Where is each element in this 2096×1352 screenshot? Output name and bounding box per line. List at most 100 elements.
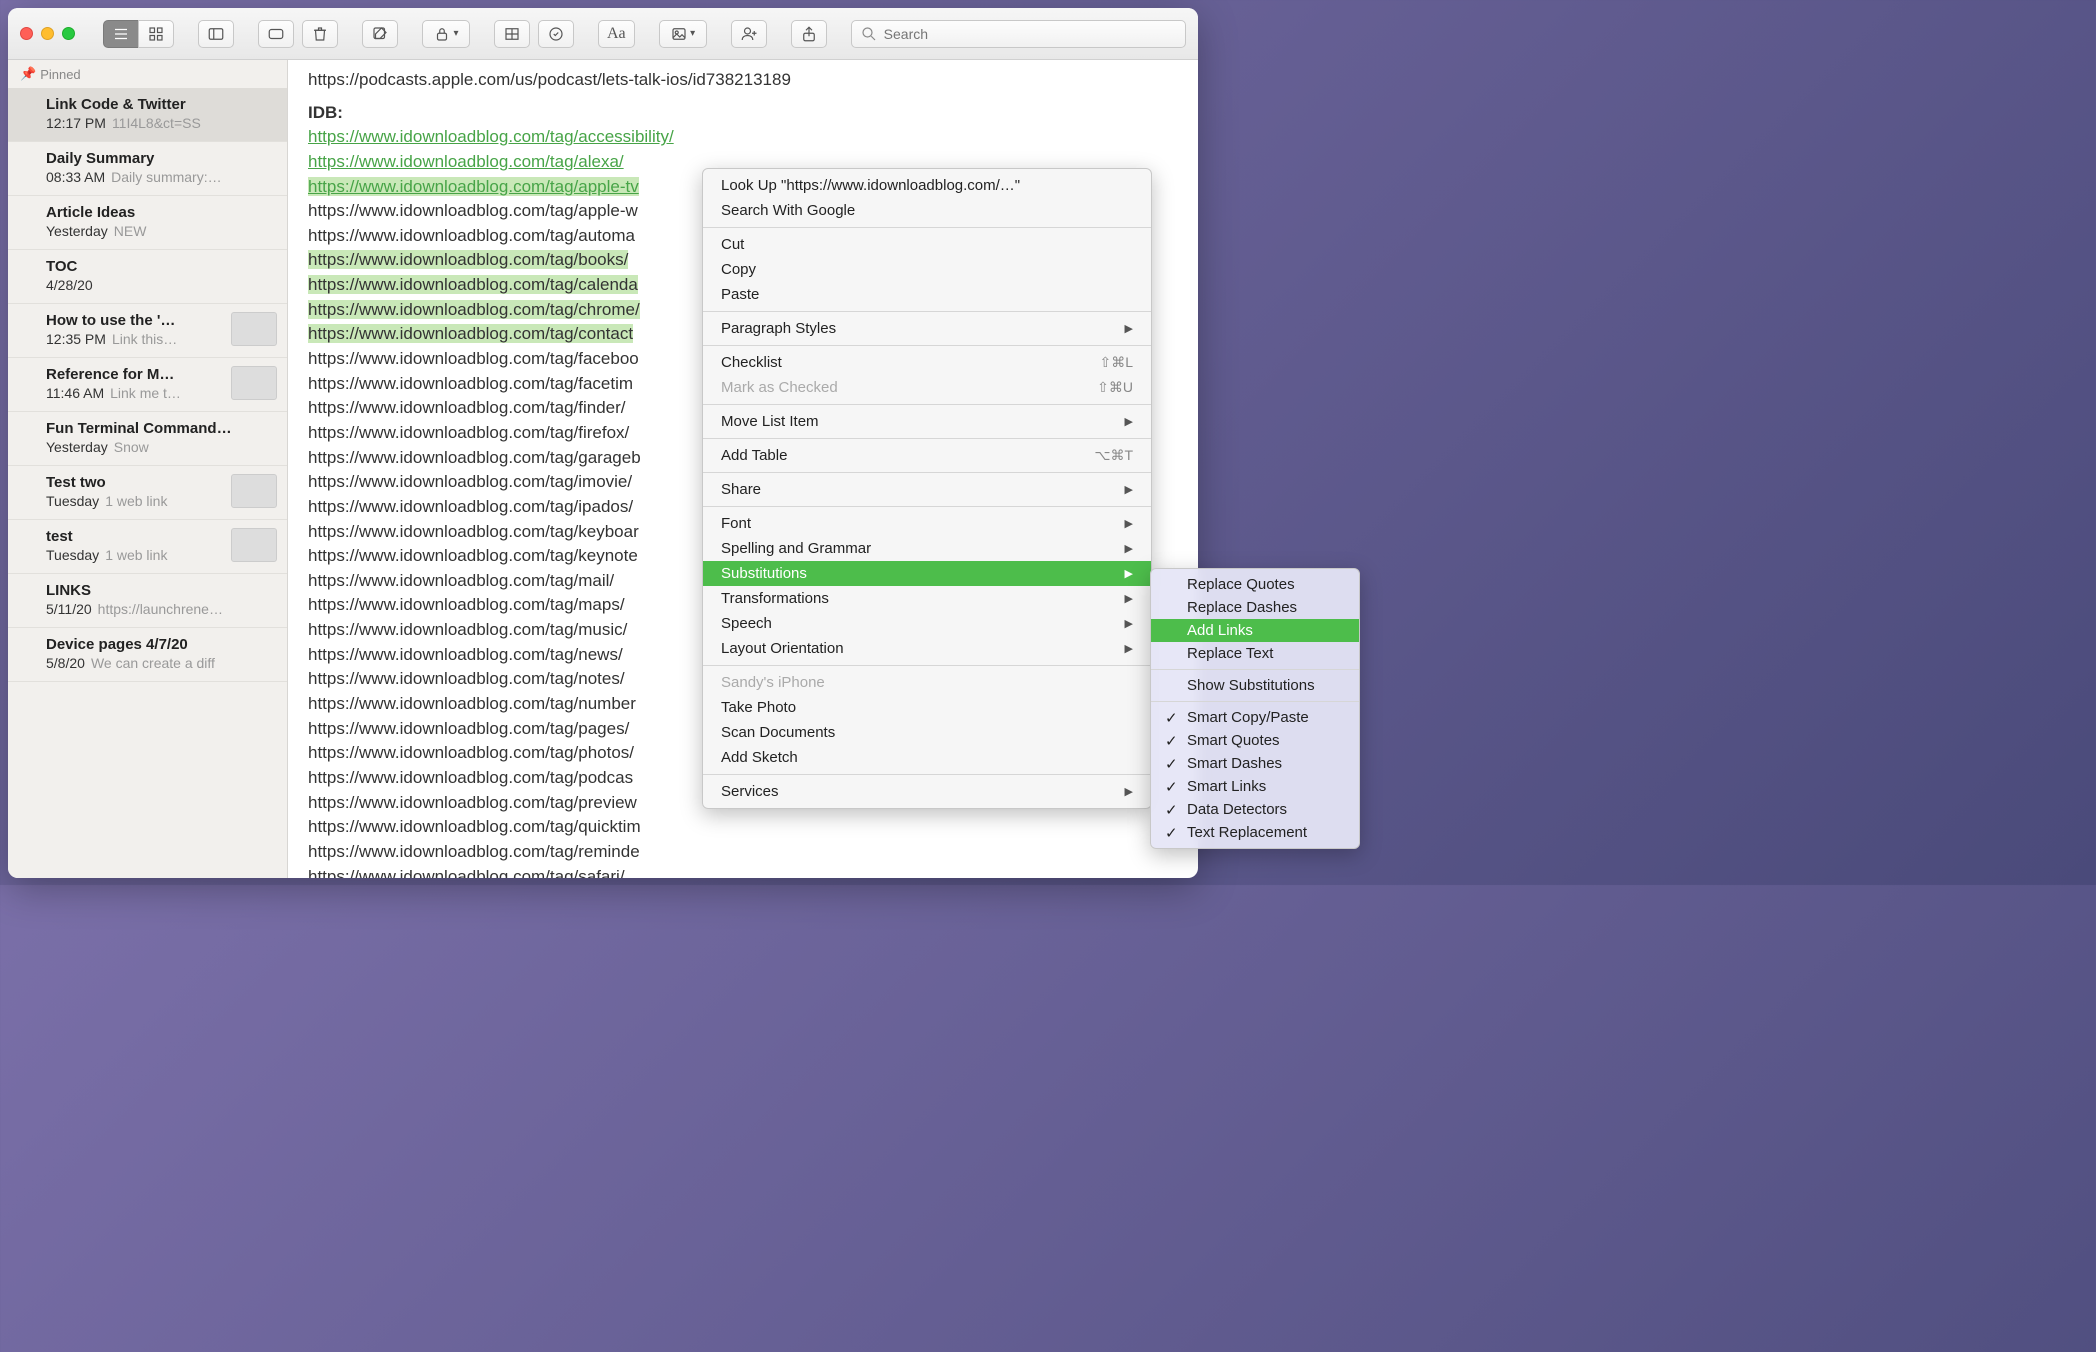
submenu-item[interactable]: ✓ Smart Copy/Paste [1151, 706, 1359, 729]
notes-list: Link Code & Twitter 12:17 PM11I4L8&ct=SS… [8, 88, 287, 682]
menu-item[interactable]: Substitutions▶ [703, 561, 1151, 586]
note-item[interactable]: test Tuesday1 web link [8, 520, 287, 574]
menu-item[interactable]: Look Up "https://www.idownloadblog.com/…… [703, 173, 1151, 198]
share-icon [800, 25, 818, 43]
submenu-item-label: Show Substitutions [1187, 677, 1315, 694]
attachment-icon [267, 25, 285, 43]
pin-icon: 📌 [20, 66, 36, 82]
check-icon: ✓ [1165, 778, 1178, 796]
menu-item[interactable]: Checklist⇧⌘L [703, 350, 1151, 375]
minimize-window-button[interactable] [41, 27, 54, 40]
link[interactable]: https://www.idownloadblog.com/tag/apple-… [308, 177, 639, 196]
menu-item-label: Checklist [721, 354, 782, 371]
menu-item[interactable]: Add Table ⌥⌘T [703, 443, 1151, 468]
note-item[interactable]: How to use the '… 12:35 PMLink this… [8, 304, 287, 358]
note-item[interactable]: Link Code & Twitter 12:17 PM11I4L8&ct=SS [8, 88, 287, 142]
delete-button[interactable] [302, 20, 338, 48]
submenu-item[interactable]: Show Substitutions [1151, 674, 1359, 697]
submenu-item[interactable]: ✓Text Replacement [1151, 821, 1359, 844]
attachments-button[interactable] [258, 20, 294, 48]
submenu-item[interactable]: Replace Dashes [1151, 596, 1359, 619]
new-note-button[interactable] [362, 20, 398, 48]
content-line: https://www.idownloadblog.com/tag/remind… [308, 840, 1178, 865]
submenu-item-label: Smart Copy/Paste [1187, 709, 1309, 726]
menu-item[interactable]: Share▶ [703, 477, 1151, 502]
list-view-button[interactable] [103, 20, 139, 48]
media-button[interactable]: ▾ [659, 20, 707, 48]
check-icon: ✓ [1165, 755, 1178, 773]
menu-item[interactable]: Paste [703, 282, 1151, 307]
note-item[interactable]: Test two Tuesday1 web link [8, 466, 287, 520]
zoom-window-button[interactable] [62, 27, 75, 40]
menu-item[interactable]: Add Sketch [703, 745, 1151, 770]
note-subtitle: YesterdaySnow [46, 439, 273, 455]
chevron-right-icon: ▶ [1125, 415, 1133, 428]
note-item[interactable]: Article Ideas YesterdayNEW [8, 196, 287, 250]
table-icon [503, 25, 521, 43]
checklist-icon [547, 25, 565, 43]
menu-item-label: Paragraph Styles [721, 320, 836, 337]
submenu-item[interactable]: ✓Data Detectors [1151, 798, 1359, 821]
note-subtitle: Tuesday1 web link [46, 493, 223, 509]
format-button[interactable]: Aa [598, 20, 635, 48]
submenu-item[interactable]: ✓Smart Dashes [1151, 752, 1359, 775]
content-line: https://podcasts.apple.com/us/podcast/le… [308, 68, 1178, 93]
collaborate-button[interactable] [731, 20, 767, 48]
menu-item-label: Add Table [721, 447, 787, 464]
checklist-button[interactable] [538, 20, 574, 48]
note-item[interactable]: Daily Summary 08:33 AMDaily summary:… [8, 142, 287, 196]
menu-item[interactable]: Font▶ [703, 511, 1151, 536]
note-thumbnail [231, 366, 277, 400]
note-thumbnail [231, 312, 277, 346]
submenu-item[interactable]: Add Links [1151, 619, 1359, 642]
note-title: Test two [46, 474, 223, 491]
submenu-item[interactable]: ✓ Smart Links [1151, 775, 1359, 798]
menu-item[interactable]: Move List Item▶ [703, 409, 1151, 434]
search-field[interactable] [851, 20, 1186, 48]
menu-item[interactable]: Transformations▶ [703, 586, 1151, 611]
menu-item-label: Spelling and Grammar [721, 540, 871, 557]
menu-item[interactable]: Scan Documents [703, 720, 1151, 745]
link[interactable]: https://www.idownloadblog.com/tag/alexa/ [308, 152, 624, 171]
grid-view-button[interactable] [138, 20, 174, 48]
check-icon: ✓ [1165, 709, 1178, 727]
share-button[interactable] [791, 20, 827, 48]
close-window-button[interactable] [20, 27, 33, 40]
menu-shortcut: ⌥⌘T [1094, 447, 1133, 464]
submenu-item-label: Smart Links [1187, 778, 1266, 795]
submenu-item[interactable]: ✓Smart Quotes [1151, 729, 1359, 752]
lock-button[interactable]: ▾ [422, 20, 470, 48]
note-item[interactable]: TOC 4/28/20 [8, 250, 287, 304]
sidebar-toggle-button[interactable] [198, 20, 234, 48]
menu-item[interactable]: Speech▶ [703, 611, 1151, 636]
submenu-item-label: Smart Quotes [1187, 732, 1280, 749]
menu-item[interactable]: Layout Orientation▶ [703, 636, 1151, 661]
sidebar-icon [207, 25, 225, 43]
note-item[interactable]: Device pages 4/7/20 5/8/20We can create … [8, 628, 287, 682]
submenu-item[interactable]: Replace Text [1151, 642, 1359, 665]
menu-item[interactable]: Take Photo [703, 695, 1151, 720]
menu-item[interactable]: Paragraph Styles▶ [703, 316, 1151, 341]
note-title: Fun Terminal Command… [46, 420, 273, 437]
menu-item[interactable]: Search With Google [703, 198, 1151, 223]
note-title: Article Ideas [46, 204, 273, 221]
note-item[interactable]: Fun Terminal Command… YesterdaySnow [8, 412, 287, 466]
note-subtitle: 4/28/20 [46, 277, 273, 293]
list-icon [112, 25, 130, 43]
substitutions-submenu[interactable]: Replace QuotesReplace DashesAdd LinksRep… [1150, 568, 1360, 849]
submenu-item[interactable]: Replace Quotes [1151, 573, 1359, 596]
menu-item-label: Services [721, 783, 779, 800]
menu-item-label: Sandy's iPhone [721, 674, 825, 691]
table-button[interactable] [494, 20, 530, 48]
menu-item[interactable]: Services▶ [703, 779, 1151, 804]
menu-shortcut: ⇧⌘U [1097, 379, 1133, 396]
menu-item[interactable]: Cut [703, 232, 1151, 257]
menu-item[interactable]: Spelling and Grammar▶ [703, 536, 1151, 561]
search-input[interactable] [884, 26, 1177, 42]
note-title: Device pages 4/7/20 [46, 636, 273, 653]
link[interactable]: https://www.idownloadblog.com/tag/access… [308, 127, 674, 146]
note-item[interactable]: Reference for M… 11:46 AMLink me t… [8, 358, 287, 412]
context-menu[interactable]: Look Up "https://www.idownloadblog.com/…… [702, 168, 1152, 809]
note-item[interactable]: LINKS 5/11/20https://launchrene… [8, 574, 287, 628]
menu-item[interactable]: Copy [703, 257, 1151, 282]
